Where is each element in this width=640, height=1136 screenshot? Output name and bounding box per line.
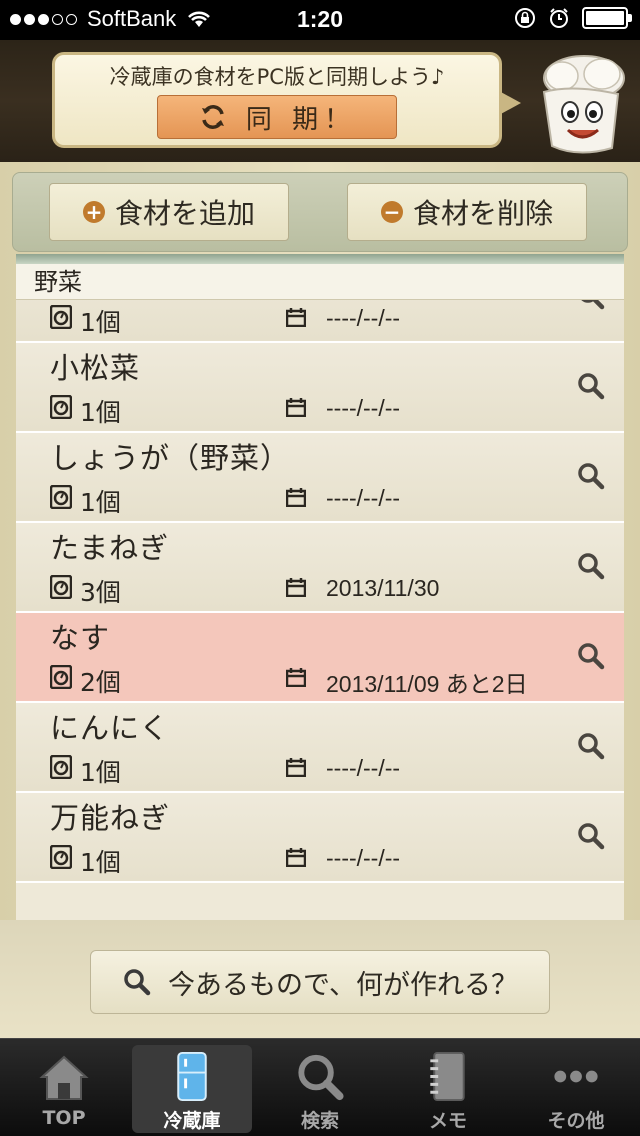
list-item[interactable]: 小松菜 1個 ----/--/-- bbox=[16, 343, 624, 433]
find-recipes-label: 今あるもので、何が作れる？ bbox=[168, 969, 518, 1001]
minus-circle-icon: − bbox=[380, 201, 403, 223]
item-quantity: 3個 bbox=[80, 578, 121, 607]
list-item[interactable]: 万能ねぎ 1個 ----/--/-- bbox=[16, 793, 624, 883]
action-panel: + 食材を追加 − 食材を削除 bbox=[12, 172, 628, 252]
item-name: しょうが（野菜） bbox=[50, 441, 291, 475]
refresh-icon bbox=[201, 105, 224, 129]
scale-icon bbox=[50, 665, 72, 689]
item-expiry-date: 2013/11/09 あと2日 bbox=[326, 671, 528, 697]
scale-icon bbox=[50, 755, 72, 779]
item-search-icon[interactable] bbox=[576, 300, 606, 311]
ingredient-list[interactable]: ごぼう1個----/--/--小松菜1個----/--/--しょうが（野菜）1個… bbox=[16, 300, 624, 920]
item-meta: 1個 ----/--/-- bbox=[50, 843, 610, 877]
scale-icon bbox=[50, 485, 72, 509]
notebook-icon bbox=[430, 1051, 465, 1102]
scale-icon bbox=[50, 395, 72, 419]
status-right bbox=[514, 7, 632, 29]
item-name: なす bbox=[50, 621, 111, 655]
tab-bar: TOP 冷蔵庫 検索 メモ その他 bbox=[0, 1038, 640, 1136]
item-expiry-date: 2013/11/30 bbox=[326, 575, 440, 601]
rotation-lock-icon bbox=[515, 8, 535, 28]
delete-ingredient-label: 食材を削除 bbox=[412, 197, 553, 230]
item-expiry-date: ----/--/-- bbox=[326, 395, 401, 421]
item-search-icon[interactable] bbox=[576, 821, 606, 851]
find-recipes-button[interactable]: 今あるもので、何が作れる？ bbox=[90, 950, 550, 1014]
item-quantity: 1個 bbox=[80, 488, 121, 517]
alarm-icon bbox=[550, 8, 568, 28]
bottom-area: 今あるもので、何が作れる？ bbox=[0, 920, 640, 1038]
list-item[interactable]: なす 2個 2013/11/09 あと2日 bbox=[16, 613, 624, 703]
plus-circle-icon: + bbox=[82, 201, 105, 223]
item-name: にんにく bbox=[50, 711, 170, 745]
item-search-icon[interactable] bbox=[576, 641, 606, 671]
list-item[interactable]: ごぼう1個----/--/-- bbox=[16, 300, 624, 343]
battery-icon bbox=[582, 7, 632, 29]
item-expiry-date: ----/--/-- bbox=[326, 845, 401, 871]
item-name: たまねぎ bbox=[50, 531, 170, 565]
delete-ingredient-button[interactable]: − 食材を削除 bbox=[347, 183, 587, 241]
item-quantity: 1個 bbox=[80, 848, 121, 877]
calendar-icon bbox=[286, 668, 306, 687]
item-quantity: 1個 bbox=[80, 398, 121, 427]
item-search-icon[interactable] bbox=[576, 461, 606, 491]
app-header: 冷蔵庫の食材をPC版と同期しよう♪ 同 期！ bbox=[0, 40, 640, 162]
scale-icon bbox=[50, 845, 72, 869]
list-item[interactable]: たまねぎ 3個 2013/11/30 bbox=[16, 523, 624, 613]
scale-icon bbox=[50, 305, 72, 329]
calendar-icon bbox=[286, 758, 306, 777]
tab-top[interactable]: TOP bbox=[4, 1045, 124, 1133]
sync-bubble: 冷蔵庫の食材をPC版と同期しよう♪ 同 期！ bbox=[52, 52, 521, 148]
search-icon bbox=[124, 969, 151, 996]
calendar-icon bbox=[286, 308, 306, 327]
main-content: + 食材を追加 − 食材を削除 野菜 ごぼう1個----/--/--小松菜1個-… bbox=[0, 162, 640, 1038]
tab-search-label: 検索 bbox=[300, 1110, 339, 1132]
item-search-icon[interactable] bbox=[576, 371, 606, 401]
item-search-icon[interactable] bbox=[576, 551, 606, 581]
list-item[interactable]: にんにく 1個 ----/--/-- bbox=[16, 703, 624, 793]
item-meta: 1個 ----/--/-- bbox=[50, 303, 610, 337]
tab-search[interactable]: 検索 bbox=[260, 1045, 380, 1133]
divider bbox=[16, 254, 624, 264]
add-ingredient-label: 食材を追加 bbox=[114, 197, 255, 230]
sync-button-label: 同 期！ bbox=[245, 104, 357, 135]
tab-fridge[interactable]: 冷蔵庫 bbox=[132, 1045, 252, 1133]
item-quantity: 2個 bbox=[80, 668, 121, 697]
add-ingredient-button[interactable]: + 食材を追加 bbox=[49, 183, 289, 241]
item-meta: 1個 ----/--/-- bbox=[50, 483, 610, 517]
section-header: 野菜 bbox=[16, 264, 624, 300]
tab-fridge-label: 冷蔵庫 bbox=[163, 1110, 221, 1132]
tab-top-label: TOP bbox=[42, 1107, 86, 1129]
calendar-icon bbox=[286, 848, 306, 867]
house-icon bbox=[39, 1055, 89, 1100]
item-name: 万能ねぎ bbox=[50, 801, 171, 835]
scale-icon bbox=[50, 575, 72, 599]
tab-memo[interactable]: メモ bbox=[388, 1045, 508, 1133]
fridge-icon bbox=[177, 1051, 207, 1102]
tab-memo-label: メモ bbox=[428, 1110, 467, 1132]
sync-button[interactable]: 同 期！ bbox=[157, 95, 397, 139]
item-meta: 2個 2013/11/09 あと2日 bbox=[50, 663, 610, 697]
item-search-icon[interactable] bbox=[576, 731, 606, 761]
item-expiry-date: ----/--/-- bbox=[326, 485, 401, 511]
tab-more-label: その他 bbox=[547, 1110, 605, 1132]
item-expiry-date: ----/--/-- bbox=[326, 305, 401, 331]
calendar-icon bbox=[286, 578, 306, 597]
list-item[interactable]: しょうが（野菜） 1個 ----/--/-- bbox=[16, 433, 624, 523]
item-meta: 1個 ----/--/-- bbox=[50, 753, 610, 787]
item-name: 小松菜 bbox=[50, 351, 141, 385]
item-expiry-date: ----/--/-- bbox=[326, 755, 401, 781]
more-icon bbox=[554, 1070, 598, 1083]
chef-mascot-icon bbox=[542, 55, 625, 154]
status-bar: SoftBank 1:20 bbox=[0, 0, 640, 40]
calendar-icon bbox=[286, 488, 306, 507]
item-meta: 3個 2013/11/30 bbox=[50, 573, 610, 607]
sync-message: 冷蔵庫の食材をPC版と同期しよう♪ bbox=[109, 65, 445, 89]
tab-more[interactable]: その他 bbox=[516, 1045, 636, 1133]
calendar-icon bbox=[286, 398, 306, 417]
item-quantity: 1個 bbox=[80, 308, 121, 337]
ingredient-list-inner: ごぼう1個----/--/--小松菜1個----/--/--しょうが（野菜）1個… bbox=[16, 300, 624, 883]
search-icon bbox=[298, 1054, 344, 1101]
item-meta: 1個 ----/--/-- bbox=[50, 393, 610, 427]
item-quantity: 1個 bbox=[80, 758, 121, 787]
